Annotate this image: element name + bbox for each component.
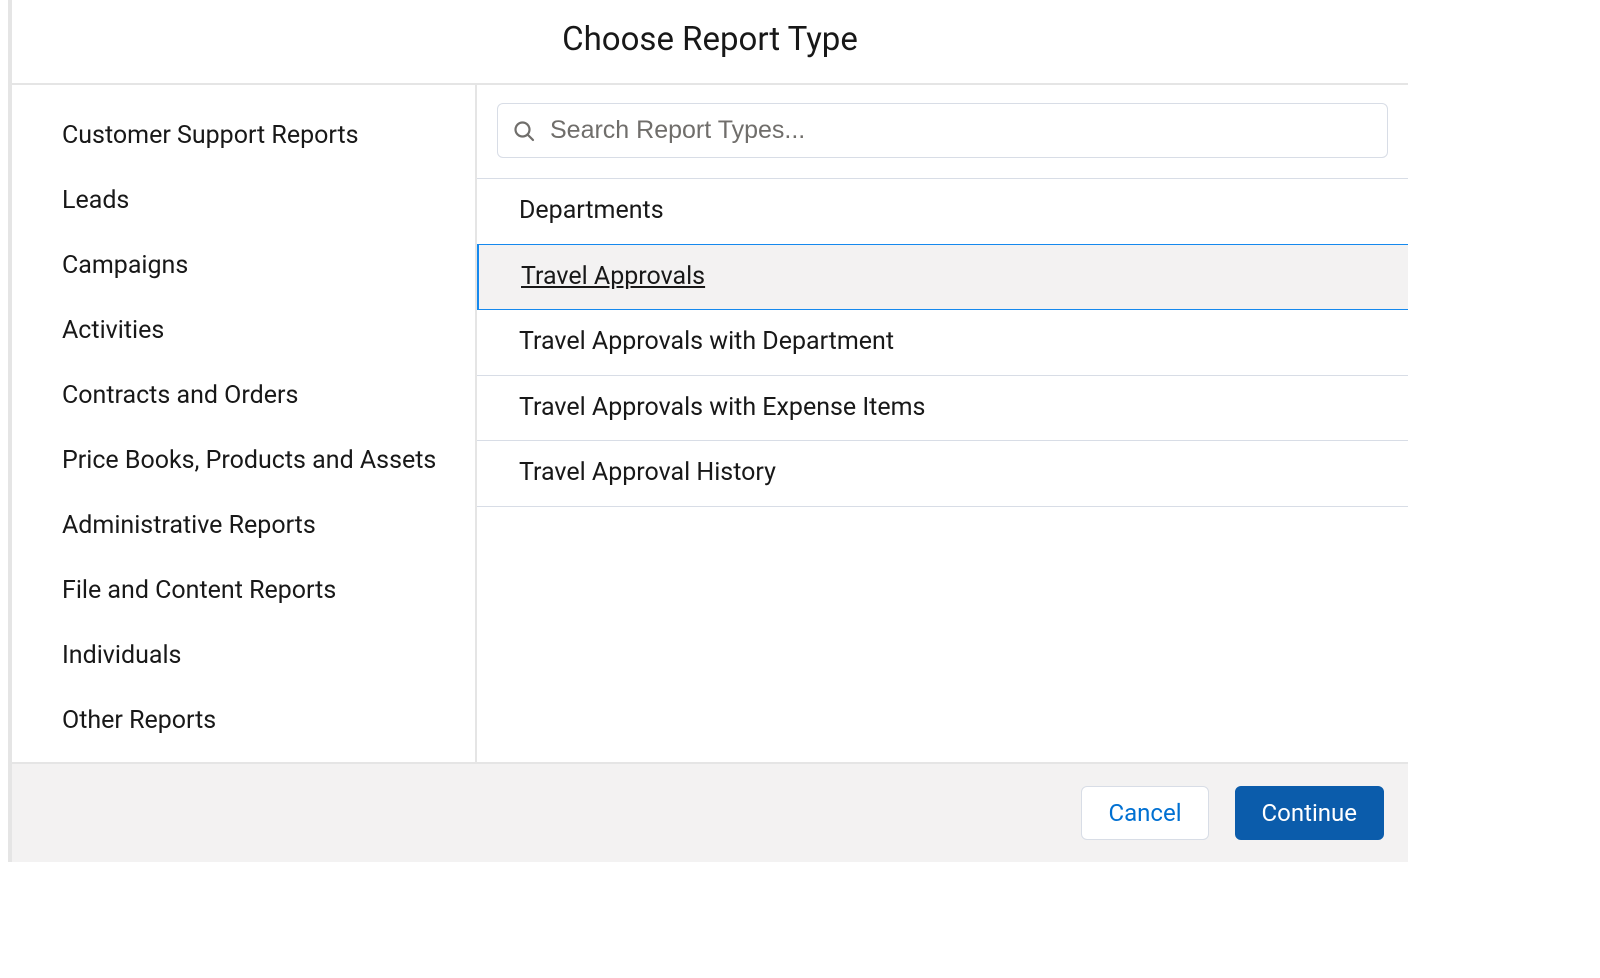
sidebar-item-price-books-products-assets[interactable]: Price Books, Products and Assets	[12, 428, 475, 493]
report-type-item-travel-approvals-department[interactable]: Travel Approvals with Department	[477, 310, 1408, 376]
list-item-label: Travel Approvals with Expense Items	[519, 393, 925, 422]
list-item-label: Departments	[519, 196, 664, 225]
category-sidebar: Customer Support Reports Leads Campaigns…	[12, 85, 477, 762]
sidebar-item-label: Customer Support Reports	[62, 121, 359, 150]
search-input[interactable]	[550, 116, 1373, 145]
sidebar-item-label: Other Reports	[62, 706, 216, 735]
choose-report-type-modal: Choose Report Type Customer Support Repo…	[8, 0, 1408, 862]
sidebar-item-label: Activities	[62, 316, 164, 345]
report-type-item-travel-approvals-expense-items[interactable]: Travel Approvals with Expense Items	[477, 376, 1408, 442]
sidebar-item-label: Leads	[62, 186, 129, 215]
list-item-label: Travel Approval History	[519, 458, 776, 487]
modal-footer: Cancel Continue	[12, 762, 1408, 862]
sidebar-item-activities[interactable]: Activities	[12, 298, 475, 363]
search-wrapper	[477, 85, 1408, 178]
report-type-item-departments[interactable]: Departments	[477, 179, 1408, 245]
cancel-button[interactable]: Cancel	[1081, 786, 1208, 840]
search-icon	[512, 119, 536, 143]
list-item-label: Travel Approvals	[521, 262, 705, 291]
report-type-item-travel-approvals[interactable]: Travel Approvals	[477, 244, 1408, 311]
sidebar-item-administrative-reports[interactable]: Administrative Reports	[12, 493, 475, 558]
sidebar-item-label: Individuals	[62, 641, 181, 670]
modal-header: Choose Report Type	[12, 0, 1408, 85]
sidebar-item-individuals[interactable]: Individuals	[12, 623, 475, 688]
sidebar-item-customer-support-reports[interactable]: Customer Support Reports	[12, 103, 475, 168]
sidebar-item-label: Administrative Reports	[62, 511, 316, 540]
sidebar-item-other-reports[interactable]: Other Reports	[12, 688, 475, 753]
modal-body: Customer Support Reports Leads Campaigns…	[12, 85, 1408, 762]
search-box[interactable]	[497, 103, 1388, 158]
list-item-label: Travel Approvals with Department	[519, 327, 894, 356]
sidebar-item-leads[interactable]: Leads	[12, 168, 475, 233]
sidebar-item-label: File and Content Reports	[62, 576, 336, 605]
sidebar-item-label: Contracts and Orders	[62, 381, 298, 410]
sidebar-item-contracts-and-orders[interactable]: Contracts and Orders	[12, 363, 475, 428]
modal-title: Choose Report Type	[12, 20, 1408, 59]
continue-button[interactable]: Continue	[1235, 786, 1384, 840]
sidebar-item-label: Price Books, Products and Assets	[62, 446, 436, 475]
sidebar-item-label: Campaigns	[62, 251, 188, 280]
report-type-item-travel-approval-history[interactable]: Travel Approval History	[477, 441, 1408, 507]
sidebar-item-campaigns[interactable]: Campaigns	[12, 233, 475, 298]
report-type-list: Departments Travel Approvals Travel Appr…	[477, 178, 1408, 507]
sidebar-item-file-content-reports[interactable]: File and Content Reports	[12, 558, 475, 623]
main-panel: Departments Travel Approvals Travel Appr…	[477, 85, 1408, 762]
